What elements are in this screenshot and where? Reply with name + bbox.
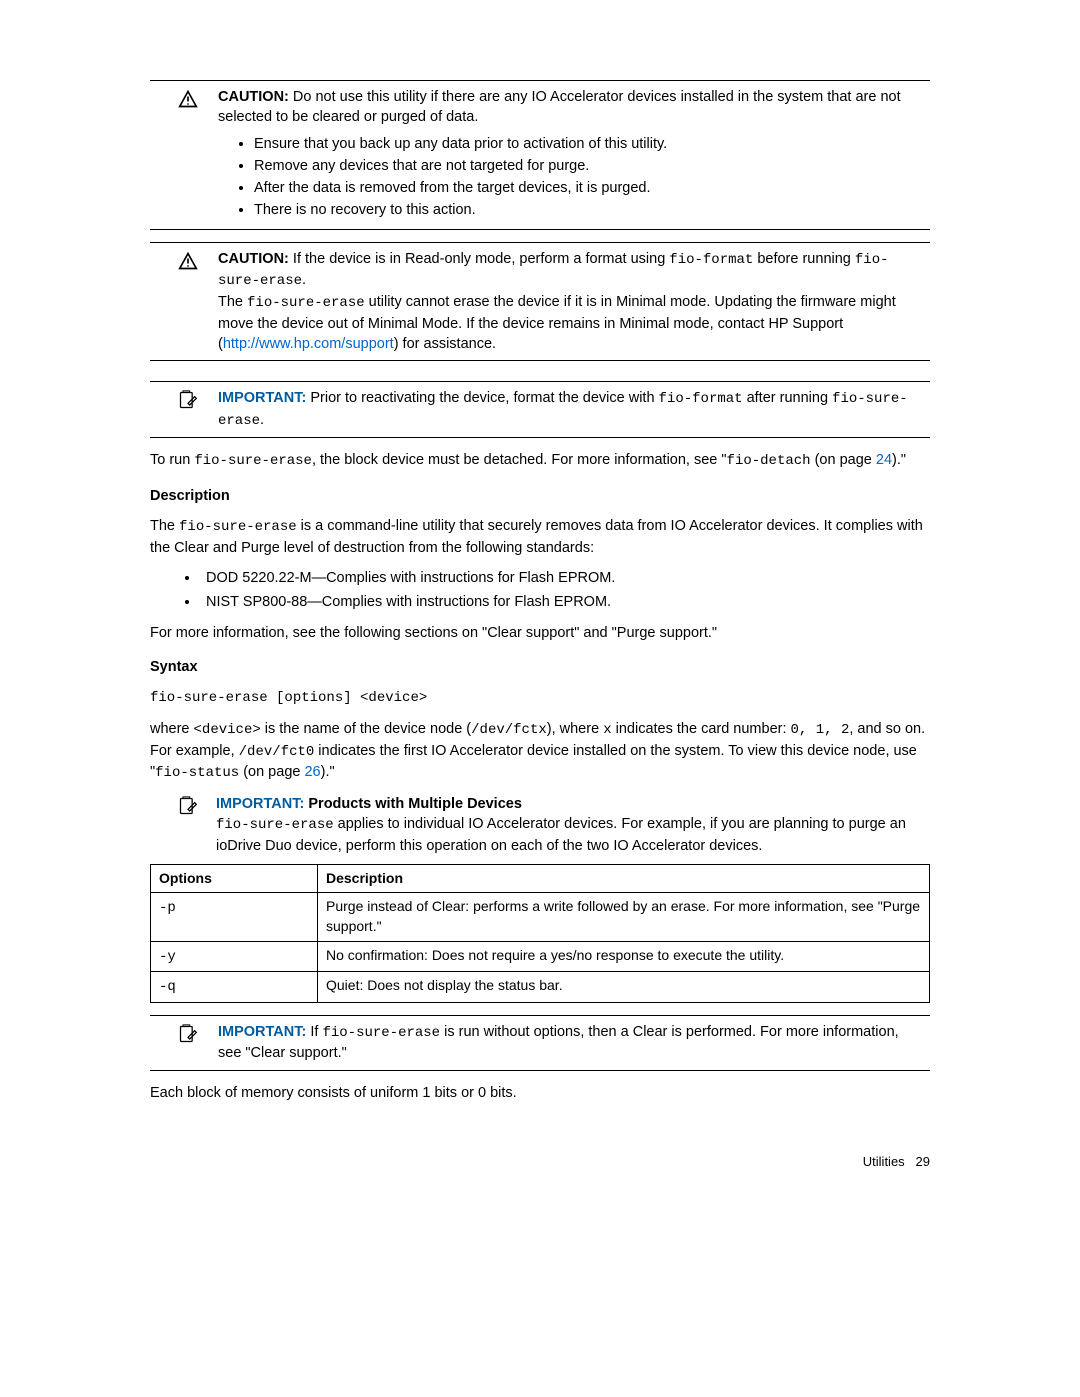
description-heading: Description bbox=[150, 486, 930, 506]
text: is the name of the device node ( bbox=[261, 721, 471, 737]
description-paragraph: The fio-sure-erase is a command-line uti… bbox=[150, 516, 930, 558]
code: fio-format bbox=[669, 252, 753, 268]
code: fio-detach bbox=[727, 453, 811, 469]
text: ), where bbox=[547, 721, 603, 737]
text: To run bbox=[150, 452, 194, 468]
code: x bbox=[603, 722, 611, 738]
important-1-content: IMPORTANT: Prior to reactivating the dev… bbox=[218, 388, 930, 431]
table-row: -y No confirmation: Does not require a y… bbox=[151, 941, 930, 972]
table-row: -q Quiet: Does not display the status ba… bbox=[151, 972, 930, 1003]
code: <device> bbox=[194, 722, 261, 738]
syntax-code: fio-sure-erase [options] <device> bbox=[150, 690, 427, 706]
code: fio-status bbox=[155, 765, 239, 781]
text: If the device is in Read-only mode, perf… bbox=[293, 251, 669, 267]
option-desc: Purge instead of Clear: performs a write… bbox=[318, 893, 930, 941]
text: indicates the card number: bbox=[612, 721, 791, 737]
page-link-26[interactable]: 26 bbox=[304, 764, 320, 780]
caution-box-1: CAUTION: Do not use this utility if ther… bbox=[150, 80, 930, 230]
options-header: Options bbox=[151, 864, 318, 893]
caution-label: CAUTION: bbox=[218, 89, 289, 105]
more-info-paragraph: For more information, see the following … bbox=[150, 623, 930, 643]
page-footer: Utilities 29 bbox=[150, 1153, 930, 1171]
code: fio-sure-erase bbox=[247, 295, 365, 311]
text: , the block device must be detached. For… bbox=[312, 452, 727, 468]
code: fio-sure-erase bbox=[194, 453, 312, 469]
text: The bbox=[150, 518, 179, 534]
where-paragraph: where <device> is the name of the device… bbox=[150, 719, 930, 784]
code: fio-sure-erase bbox=[179, 519, 297, 535]
table-row: -p Purge instead of Clear: performs a wr… bbox=[151, 893, 930, 941]
option-flag: -q bbox=[159, 979, 176, 995]
text: before running bbox=[753, 251, 855, 267]
support-link[interactable]: http://www.hp.com/support bbox=[223, 336, 394, 352]
text: after running bbox=[743, 390, 832, 406]
important-box-3: IMPORTANT: If fio-sure-erase is run with… bbox=[150, 1015, 930, 1071]
important-label: IMPORTANT: bbox=[218, 1024, 306, 1040]
page-link-24[interactable]: 24 bbox=[876, 452, 892, 468]
option-flag: -p bbox=[159, 900, 176, 916]
text: (on page bbox=[239, 764, 304, 780]
text: Prior to reactivating the device, format… bbox=[310, 390, 658, 406]
list-item: There is no recovery to this action. bbox=[254, 200, 926, 220]
important-icon bbox=[150, 1022, 218, 1064]
text: The bbox=[218, 294, 247, 310]
caution-1-list: Ensure that you back up any data prior t… bbox=[218, 134, 926, 221]
important-label: IMPORTANT: bbox=[216, 796, 304, 812]
footer-section: Utilities bbox=[863, 1154, 905, 1169]
code: /dev/fctx bbox=[471, 722, 547, 738]
important-multi-devices: IMPORTANT: Products with Multiple Device… bbox=[178, 794, 930, 856]
important-multi-content: IMPORTANT: Products with Multiple Device… bbox=[216, 794, 930, 856]
closing-paragraph: Each block of memory consists of uniform… bbox=[150, 1083, 930, 1103]
list-item: Ensure that you back up any data prior t… bbox=[254, 134, 926, 154]
text: where bbox=[150, 721, 194, 737]
list-item: NIST SP800-88—Complies with instructions… bbox=[200, 592, 930, 612]
caution-icon bbox=[150, 249, 218, 354]
table-header-row: Options Description bbox=[151, 864, 930, 893]
important-multi-heading: Products with Multiple Devices bbox=[308, 796, 522, 812]
list-item: Remove any devices that are not targeted… bbox=[254, 156, 926, 176]
option-flag: -y bbox=[159, 949, 176, 965]
important-label: IMPORTANT: bbox=[218, 390, 306, 406]
caution-1-content: CAUTION: Do not use this utility if ther… bbox=[218, 87, 930, 223]
standards-list: DOD 5220.22-M—Complies with instructions… bbox=[150, 568, 930, 613]
option-desc: No confirmation: Does not require a yes/… bbox=[318, 941, 930, 972]
important-icon bbox=[150, 388, 218, 431]
important-box-1: IMPORTANT: Prior to reactivating the dev… bbox=[150, 381, 930, 438]
text: . bbox=[302, 272, 306, 288]
important-3-content: IMPORTANT: If fio-sure-erase is run with… bbox=[218, 1022, 930, 1064]
caution-1-text: Do not use this utility if there are any… bbox=[218, 89, 901, 125]
code: fio-format bbox=[659, 391, 743, 407]
code: /dev/fct0 bbox=[239, 744, 315, 760]
options-table: Options Description -p Purge instead of … bbox=[150, 864, 930, 1003]
text: ) for assistance. bbox=[394, 336, 496, 352]
description-header: Description bbox=[318, 864, 930, 893]
code: fio-sure-erase bbox=[216, 817, 334, 833]
caution-icon bbox=[150, 87, 218, 223]
important-icon bbox=[178, 794, 216, 856]
list-item: DOD 5220.22-M—Complies with instructions… bbox=[200, 568, 930, 588]
caution-2-content: CAUTION: If the device is in Read-only m… bbox=[218, 249, 930, 354]
syntax-heading: Syntax bbox=[150, 657, 930, 677]
list-item: After the data is removed from the targe… bbox=[254, 178, 926, 198]
text: If bbox=[310, 1024, 322, 1040]
text: )." bbox=[892, 452, 906, 468]
run-paragraph: To run fio-sure-erase, the block device … bbox=[150, 450, 930, 472]
code: fio-sure-erase bbox=[322, 1025, 440, 1041]
text: . bbox=[260, 412, 264, 428]
code: 0, 1, 2 bbox=[791, 722, 850, 738]
caution-box-2: CAUTION: If the device is in Read-only m… bbox=[150, 242, 930, 361]
text: )." bbox=[321, 764, 335, 780]
text: (on page bbox=[811, 452, 876, 468]
caution-label: CAUTION: bbox=[218, 251, 289, 267]
option-desc: Quiet: Does not display the status bar. bbox=[318, 972, 930, 1003]
footer-page: 29 bbox=[916, 1154, 930, 1169]
